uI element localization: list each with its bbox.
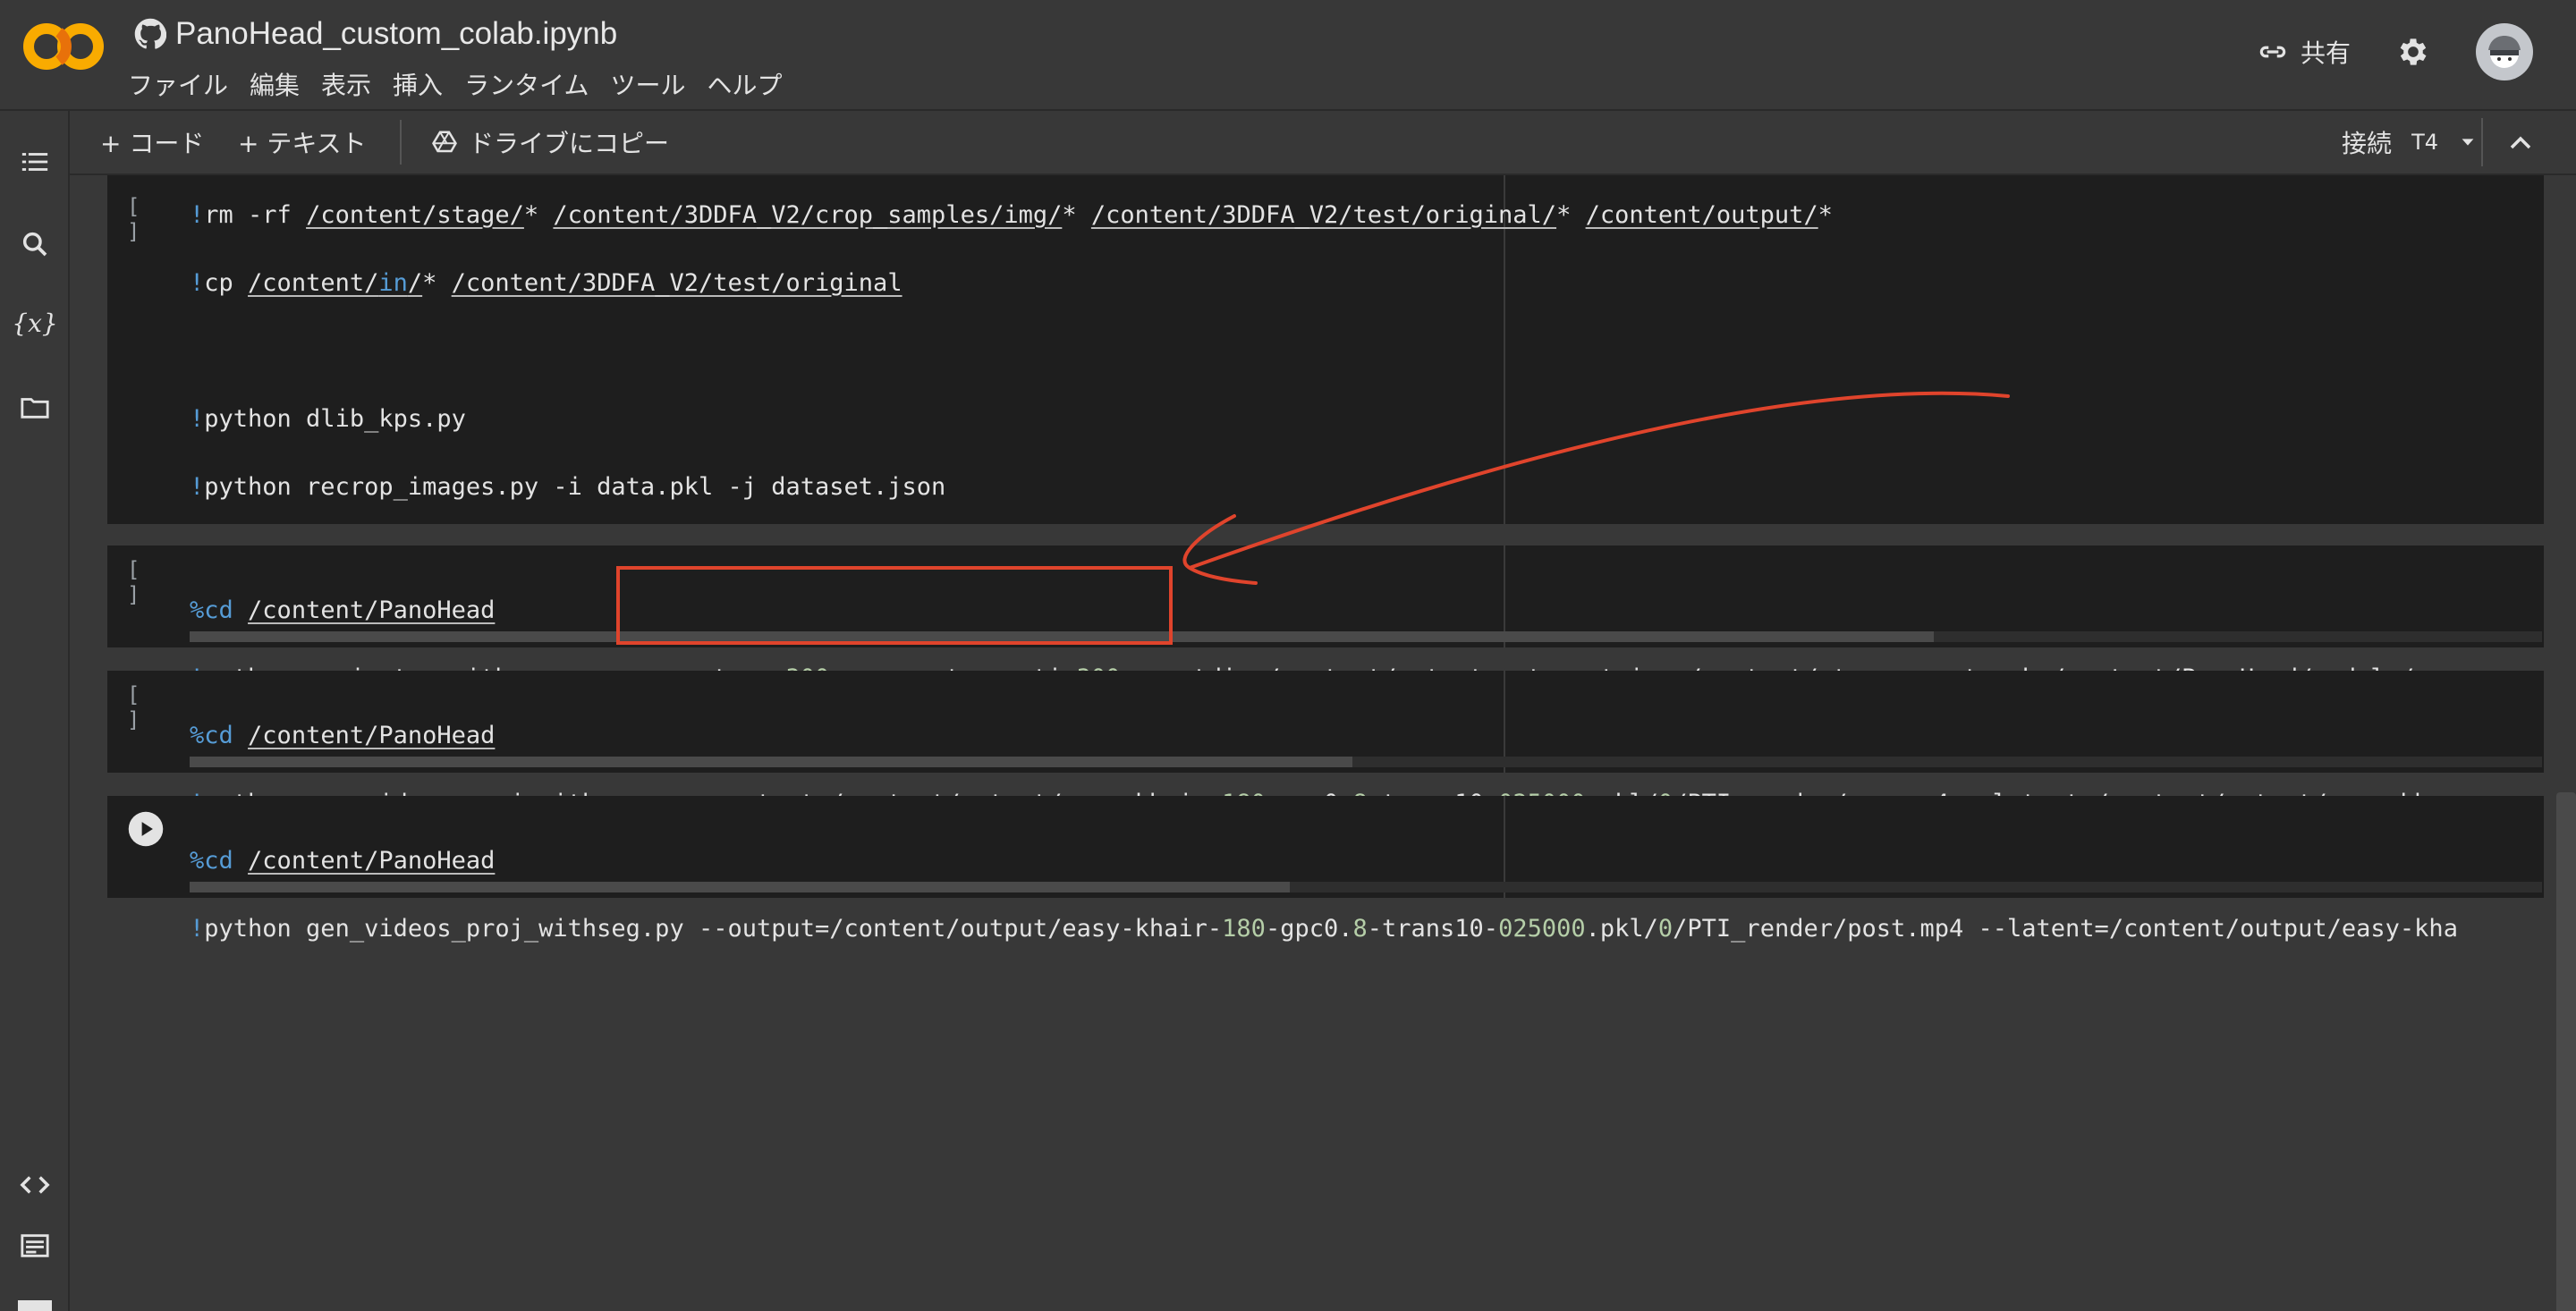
code-line: !python gen_videos_proj_withseg.py --out… [190,915,2458,943]
run-cell-button[interactable]: [ ] [127,194,165,244]
github-icon[interactable] [134,18,166,50]
share-label: 共有 [2300,38,2351,68]
panel-toggle-icon[interactable] [18,1300,52,1311]
horizontal-scrollbar[interactable] [190,882,2542,892]
notebook-title-row: PanoHead_custom_colab.ipynb [134,13,617,55]
menu-file[interactable]: ファイル [128,66,244,102]
toolbar-divider-right [2481,118,2483,166]
code-editor[interactable]: %cd /content/PanoHead !python gen_videos… [190,810,2458,1014]
code-line: %cd /content/PanoHead [190,722,496,749]
run-cell-button[interactable]: [ ] [127,682,165,732]
menu-bar: ファイル 編集 表示 挿入 ランタイム ツール ヘルプ [128,66,804,102]
menu-view[interactable]: 表示 [321,66,387,102]
header-actions: 共有 [2256,23,2533,80]
drive-icon [432,131,457,153]
share-button[interactable]: 共有 [2256,34,2351,70]
link-icon [2259,46,2286,58]
menu-runtime[interactable]: ランタイム [464,66,605,102]
add-code-button[interactable]: + コード [100,123,204,161]
play-icon[interactable] [127,810,165,848]
chevron-up-icon[interactable] [2503,125,2538,161]
avatar-image [2488,36,2521,68]
menu-help[interactable]: ヘルプ [708,66,799,102]
horizontal-scrollbar[interactable] [190,757,2542,767]
toolbar-divider [400,120,402,165]
notebook-toolbar: + コード + テキスト ドライブにコピー 接続 T4 [70,111,2576,175]
notebook-title[interactable]: PanoHead_custom_colab.ipynb [175,16,617,52]
terminal-icon[interactable] [18,1229,52,1263]
code-line: !cp /content/in/* /content/3DDFA_V2/test… [190,269,902,297]
copy-to-drive-label: ドライブにコピー [469,129,670,158]
variables-icon[interactable]: {x} [12,306,57,340]
folder-icon[interactable] [18,390,52,424]
connect-label: 接続 [2342,129,2393,158]
copy-to-drive-button[interactable]: ドライブにコピー [431,123,669,161]
annotation-arrow [1182,391,2010,585]
colab-logo[interactable] [23,20,104,73]
add-text-button[interactable]: + テキスト [238,123,367,161]
scrollbar-thumb[interactable] [190,882,1290,892]
menu-insert[interactable]: 挿入 [393,66,459,102]
code-cell-3[interactable]: [ ] %cd /content/PanoHead !python gen_vi… [107,671,2544,817]
menu-tools[interactable]: ツール [611,66,702,102]
gear-icon[interactable] [2395,34,2431,70]
vertical-scrollbar[interactable] [2556,792,2576,1311]
toc-icon[interactable] [18,145,52,179]
left-rail: {x} [0,111,70,1311]
search-icon[interactable] [18,227,52,261]
horizontal-scrollbar[interactable] [190,631,2542,642]
scrollbar-thumb[interactable] [190,631,1934,642]
code-cell-4[interactable]: %cd /content/PanoHead !python gen_videos… [107,796,2544,943]
code-line: %cd /content/PanoHead [190,847,496,875]
menu-edit[interactable]: 編集 [250,66,316,102]
avatar[interactable] [2476,23,2533,80]
app-header: PanoHead_custom_colab.ipynb ファイル 編集 表示 挿… [0,0,2576,111]
run-cell-button[interactable]: [ ] [127,557,165,607]
notebook-content: [ ] !rm -rf /content/stage/* /content/3D… [70,175,2576,1311]
chevron-down-icon[interactable] [2458,132,2478,152]
scrollbar-thumb[interactable] [190,757,1352,767]
runtime-type: T4 [2411,130,2438,155]
code-snippets-icon[interactable] [18,1168,52,1202]
code-line: !rm -rf /content/stage/* /content/3DDFA_… [190,201,1833,229]
runtime-connect[interactable]: 接続 T4 [2342,123,2478,161]
